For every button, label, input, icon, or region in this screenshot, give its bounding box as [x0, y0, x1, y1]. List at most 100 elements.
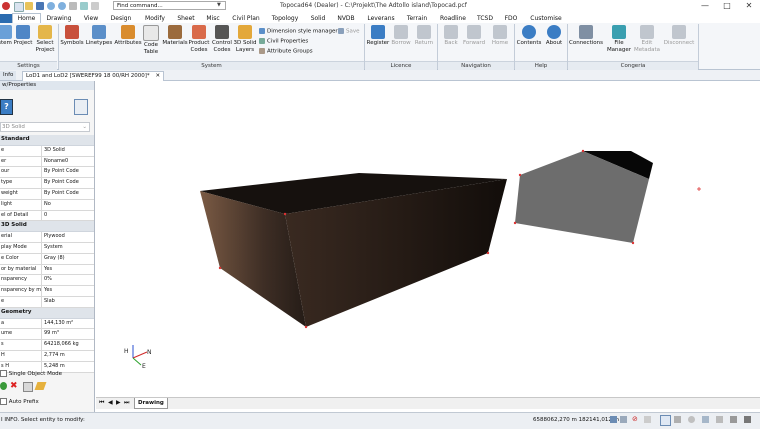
table-row[interactable]: nsparency by ma Yes [0, 286, 94, 297]
save-icon[interactable] [36, 2, 44, 10]
table-row[interactable]: e 3D Solid [0, 145, 94, 157]
grid-icon[interactable] [620, 416, 627, 423]
scene-3d[interactable]: H N E [96, 81, 760, 397]
tab-terrain[interactable]: Terrain [402, 14, 432, 23]
table-row[interactable]: ume 99 m³ [0, 329, 94, 341]
render-tool-icon[interactable] [744, 416, 751, 423]
osnap-icon[interactable] [644, 416, 651, 423]
prev-sheet-button[interactable]: ◀ [108, 399, 113, 406]
customize-icon[interactable] [91, 2, 99, 10]
last-sheet-button[interactable]: ⏭ [124, 399, 129, 407]
dimension-style-manager-button[interactable]: Dimension style manager [259, 28, 338, 36]
table-row[interactable]: erial Plywood [0, 232, 94, 243]
table-row[interactable]: s 64218,066 kg [0, 340, 94, 351]
category-standard[interactable]: Standard [0, 135, 94, 146]
vertex-marker[interactable] [631, 241, 635, 245]
vertex-marker[interactable] [218, 266, 222, 270]
maximize-button[interactable]: □ [716, 0, 738, 12]
redo-icon[interactable] [58, 2, 66, 10]
solid-layers-button[interactable]: 3D Solid Layers [233, 25, 257, 53]
tab-customise[interactable]: Customise [528, 14, 564, 23]
table-row[interactable]: e Color Gray (8) [0, 253, 94, 265]
disconnect-button[interactable]: Disconnect [662, 25, 696, 47]
tab-civil-plan[interactable]: Civil Plan [229, 14, 263, 23]
tab-document[interactable]: LoD1 and LoD2 [SWEREF99 18 00/RH 2000]* … [22, 71, 165, 81]
register-button[interactable]: Register [366, 25, 390, 47]
zoom-tool-icon[interactable] [688, 416, 695, 423]
table-row[interactable]: play Mode System [0, 242, 94, 254]
back-button[interactable]: Back [440, 25, 462, 47]
tab-fdo[interactable]: FDO [502, 14, 520, 23]
connections-button[interactable]: Connections [569, 25, 603, 47]
file-manager-button[interactable]: File Manager [605, 25, 633, 53]
tab-sheet[interactable]: Sheet [174, 14, 198, 23]
undo-icon[interactable] [47, 2, 55, 10]
panel-tool-copy[interactable] [23, 382, 33, 392]
home-button[interactable]: Home [489, 25, 511, 47]
tab-tcsd[interactable]: TCSD [474, 14, 496, 23]
table-row[interactable]: weight By Point Code [0, 188, 94, 200]
vertex-marker[interactable] [304, 325, 308, 329]
edit-metadata-button[interactable]: Edit Metadata [633, 25, 661, 53]
vertex-marker[interactable] [513, 221, 517, 225]
product-codes-button[interactable]: Product Codes [188, 25, 210, 53]
code-table-button[interactable]: Code Table [142, 25, 160, 55]
tab-solid[interactable]: Solid [306, 14, 330, 23]
tab-roadline[interactable]: Roadline [437, 14, 469, 23]
ortho-icon[interactable]: ⊘ [632, 415, 638, 423]
delete-icon[interactable]: ✖ [10, 381, 18, 391]
attribute-groups-button[interactable]: Attribute Groups [259, 48, 313, 56]
view-tool-icon[interactable] [716, 416, 723, 423]
close-icon[interactable]: ✕ [155, 73, 160, 79]
new-icon[interactable] [14, 2, 24, 12]
linetypes-button[interactable]: Linetypes [85, 25, 113, 47]
borrow-button[interactable]: Borrow [390, 25, 412, 47]
vertex-marker[interactable] [518, 173, 522, 177]
project-button[interactable]: Project [13, 25, 33, 47]
tab-view[interactable]: View [80, 14, 102, 23]
about-button[interactable]: About [543, 25, 565, 47]
layer-tool-icon[interactable] [702, 416, 709, 423]
open-icon[interactable] [25, 2, 33, 10]
snap-icon[interactable] [610, 416, 617, 423]
category-geometry[interactable]: Geometry [0, 307, 94, 319]
return-button[interactable]: Return [413, 25, 435, 47]
panel-toggle-icon[interactable] [74, 99, 88, 115]
minimize-button[interactable]: — [694, 0, 716, 12]
select-tool-icon[interactable] [660, 415, 671, 426]
tab-design[interactable]: Design [106, 14, 136, 23]
table-row[interactable]: er Noname0 [0, 156, 94, 168]
table-row[interactable]: light No [0, 199, 94, 211]
tab-leverans[interactable]: Leverans [364, 14, 398, 23]
tab-topology[interactable]: Topology [268, 14, 302, 23]
zoom-icon[interactable] [80, 2, 88, 10]
civil-properties-button[interactable]: Civil Properties [259, 38, 308, 46]
sheet-tab-drawing[interactable]: Drawing [134, 398, 168, 409]
next-sheet-button[interactable]: ▶ [116, 399, 121, 406]
vertex-marker[interactable] [486, 251, 490, 255]
help-icon[interactable]: ? [0, 99, 13, 115]
tab-misc[interactable]: Misc [202, 14, 224, 23]
find-command-input[interactable]: Find command... [113, 1, 226, 10]
tab-file[interactable] [0, 14, 12, 23]
first-sheet-button[interactable]: ⏮ [99, 399, 104, 407]
vertex-marker[interactable] [581, 149, 585, 153]
materials-button[interactable]: Materials [162, 25, 188, 47]
table-row[interactable]: H 2,774 m [0, 350, 94, 362]
close-button[interactable]: ✕ [738, 0, 760, 12]
system-button[interactable]: stem [0, 25, 13, 47]
pan-tool-icon[interactable] [674, 416, 681, 423]
chevron-down-icon[interactable]: ▼ [217, 2, 221, 8]
table-row[interactable]: a 144,130 m² [0, 318, 94, 330]
pencil-icon[interactable] [34, 382, 47, 390]
table-row[interactable]: our By Point Code [0, 167, 94, 179]
table-row[interactable]: el of Detail 0 [0, 210, 94, 222]
panel-tool-refresh[interactable] [0, 382, 7, 390]
table-row[interactable]: or by material Yes [0, 264, 94, 276]
table-row[interactable]: nsparency 0% [0, 275, 94, 287]
tab-nvdb[interactable]: NVDB [334, 14, 358, 23]
tab-modify[interactable]: Modify [140, 14, 170, 23]
attributes-button[interactable]: Attributes [114, 25, 142, 47]
auto-prefix-toggle[interactable]: Auto Prefix [0, 398, 39, 405]
camera-tool-icon[interactable] [730, 416, 737, 423]
